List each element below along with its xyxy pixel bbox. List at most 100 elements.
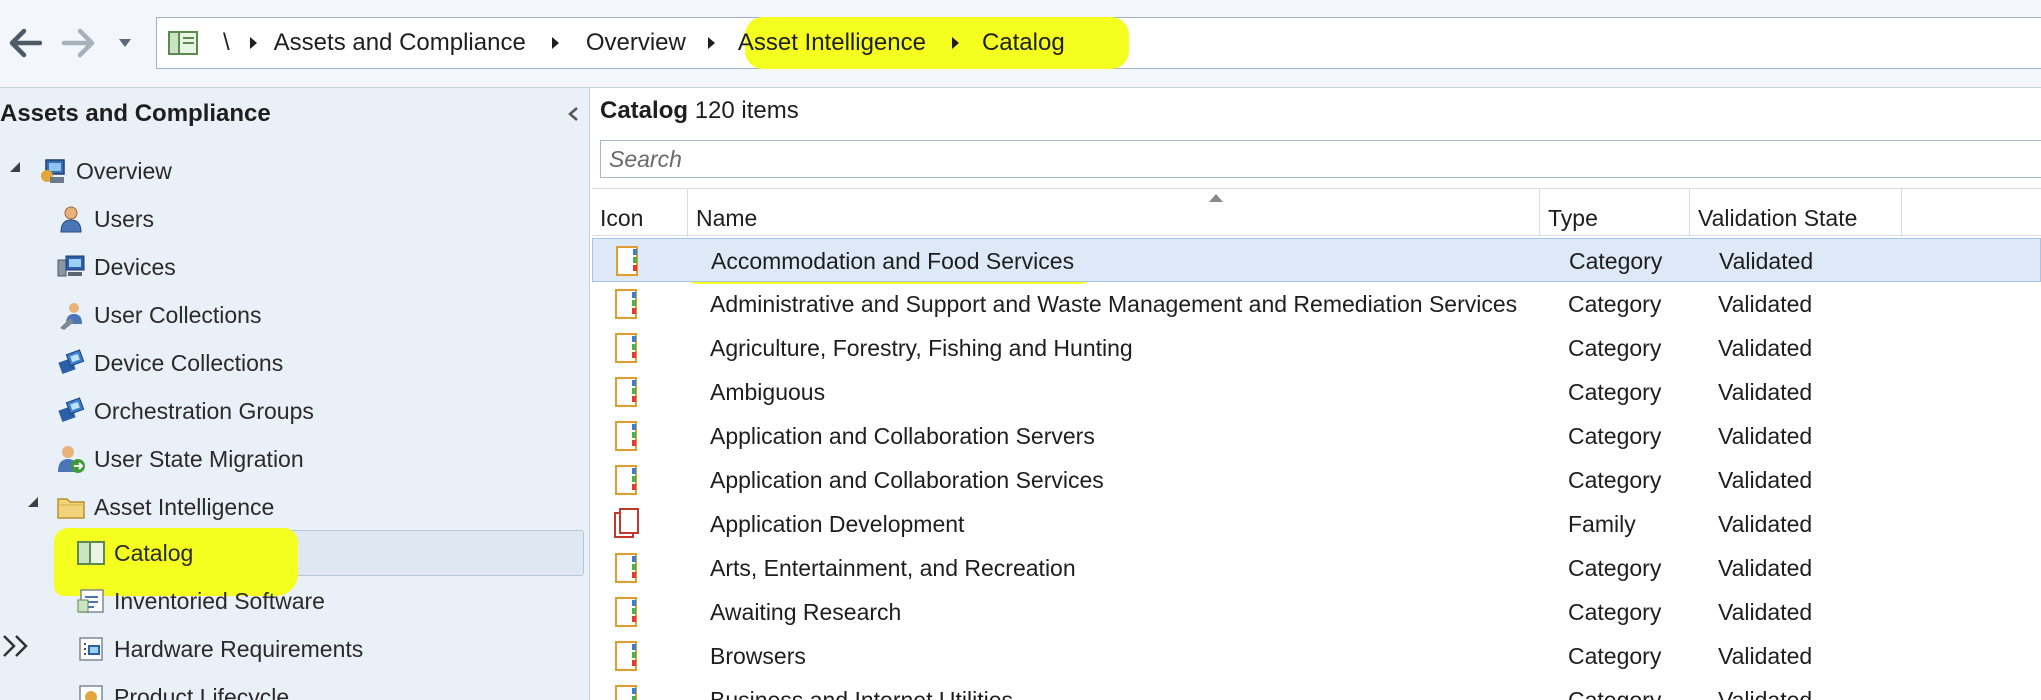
nav-item-label: Inventoried Software xyxy=(114,587,325,614)
nav-item-devices[interactable]: Devices xyxy=(56,247,176,287)
cell-state: Validated xyxy=(1718,555,1813,581)
nav-item-label: Orchestration Groups xyxy=(94,397,314,424)
orchestration-groups-icon xyxy=(58,397,85,423)
forward-button[interactable] xyxy=(56,18,102,68)
nav-item-user-collections[interactable]: User Collections xyxy=(56,295,261,335)
device-collections-icon xyxy=(58,349,85,375)
table-row[interactable]: Awaiting Research Category Validated xyxy=(592,590,2041,634)
history-dropdown-button[interactable] xyxy=(110,18,140,68)
cell-name: Accommodation and Food Services xyxy=(711,248,1075,274)
collapse-triangle-icon[interactable] xyxy=(8,160,22,174)
cell-name: Administrative and Support and Waste Man… xyxy=(710,291,1518,317)
nav-item-label: Hardware Requirements xyxy=(114,635,364,662)
collapse-pane-icon[interactable] xyxy=(566,104,580,124)
cell-state: Validated xyxy=(1718,291,1813,317)
cell-type: Category xyxy=(1568,599,1662,625)
cell-type: Category xyxy=(1568,291,1662,317)
console-pane-icon[interactable] xyxy=(167,29,199,57)
table-row[interactable]: Application and Collaboration Servers Cat… xyxy=(592,414,2041,458)
breadcrumb-catalog[interactable]: Catalog xyxy=(982,29,1065,57)
cell-state: Validated xyxy=(1718,687,1813,700)
nav-item-catalog[interactable]: Catalog xyxy=(76,533,193,573)
table-row[interactable]: Administrative and Support and Waste Man… xyxy=(592,282,2041,326)
table-header: Icon Name Type Validation State xyxy=(592,188,2041,237)
nav-item-orchestration-groups[interactable]: Orchestration Groups xyxy=(56,391,314,431)
cell-name: Awaiting Research xyxy=(710,599,902,625)
cell-type: Category xyxy=(1568,423,1662,449)
table-row[interactable]: Browsers Category Validated xyxy=(592,634,2041,678)
column-header-icon[interactable]: Icon xyxy=(592,189,688,237)
category-icon xyxy=(612,282,644,326)
list-title: Catalog xyxy=(600,97,689,124)
user-state-migration-icon xyxy=(58,446,85,473)
cell-name: Browsers xyxy=(710,643,806,669)
nav-item-device-collections[interactable]: Device Collections xyxy=(56,343,283,383)
catalog-pane: Catalog 120 items Icon Name Type Validat… xyxy=(592,88,2041,700)
column-header-name-label: Name xyxy=(696,205,758,231)
nav-item-hardware-requirements[interactable]: Hardware Requirements xyxy=(76,629,363,669)
table-row[interactable]: Ambiguous Category Validated xyxy=(592,370,2041,414)
table-row[interactable]: Business and Internet Utilities Category V… xyxy=(592,678,2041,700)
address-bar: \ Assets and Compliance Overview Asset I… xyxy=(0,0,2041,88)
product-lifecycle-icon xyxy=(79,685,103,700)
breadcrumb-separator-icon[interactable] xyxy=(940,31,970,55)
nav-item-overview[interactable]: Overview xyxy=(38,151,172,191)
cell-type: Category xyxy=(1568,555,1662,581)
column-header-empty xyxy=(1902,189,2041,237)
category-icon xyxy=(612,678,644,700)
collapse-triangle-icon[interactable] xyxy=(26,495,40,509)
breadcrumb-separator-icon[interactable] xyxy=(238,31,268,55)
nav-item-label: Devices xyxy=(94,253,176,280)
cell-name: Business and Internet Utilities xyxy=(710,687,1013,700)
sort-ascending-icon xyxy=(1209,194,1223,202)
inventoried-software-icon xyxy=(77,589,104,613)
nav-item-inventoried-software[interactable]: Inventoried Software xyxy=(76,581,325,621)
cell-state: Validated xyxy=(1718,511,1813,537)
table-row[interactable]: Application Development Family Validated xyxy=(592,502,2041,546)
search-input[interactable] xyxy=(601,141,2041,177)
nav-item-user-state-migration[interactable]: User State Migration xyxy=(56,439,304,479)
breadcrumb-overview[interactable]: Overview xyxy=(586,29,686,57)
cell-name: Ambiguous xyxy=(710,379,826,405)
breadcrumb-separator-icon[interactable] xyxy=(696,31,726,55)
cell-type: Category xyxy=(1569,248,1663,274)
breadcrumb-root[interactable]: \ xyxy=(223,29,230,57)
user-collections-icon xyxy=(60,303,82,330)
column-header-type[interactable]: Type xyxy=(1540,189,1690,237)
table-row[interactable]: Accommodation and Food Services Category V… xyxy=(592,238,2041,282)
back-button[interactable] xyxy=(2,18,48,68)
cell-state: Validated xyxy=(1719,248,1814,274)
back-arrow-icon xyxy=(9,28,42,58)
table-row[interactable]: Application and Collaboration Services Ca… xyxy=(592,458,2041,502)
column-header-validation-state[interactable]: Validation State xyxy=(1690,189,1902,237)
cell-name: Application and Collaboration Services xyxy=(710,467,1104,493)
nav-item-product-lifecycle[interactable]: Product Lifecycle xyxy=(76,677,289,700)
forward-arrow-icon xyxy=(62,28,95,58)
nav-item-asset-intelligence[interactable]: Asset Intelligence xyxy=(56,487,274,527)
nav-item-label: Device Collections xyxy=(94,349,284,376)
nav-item-label: User State Migration xyxy=(94,445,304,472)
cell-type: Family xyxy=(1568,511,1636,537)
cell-type: Category xyxy=(1568,467,1662,493)
overview-icon xyxy=(41,159,65,183)
breadcrumb-separator-icon[interactable] xyxy=(540,31,570,55)
breadcrumb-assets-and-compliance[interactable]: Assets and Compliance xyxy=(274,29,526,57)
devices-icon xyxy=(57,255,85,277)
nav-item-label: Users xyxy=(94,205,155,232)
item-count: 120 items xyxy=(694,97,799,124)
expand-workspace-icon[interactable] xyxy=(0,628,36,664)
category-icon xyxy=(612,590,644,634)
search-box[interactable] xyxy=(600,140,2041,178)
nav-item-label: Catalog xyxy=(114,539,194,566)
breadcrumb-asset-intelligence[interactable]: Asset Intelligence xyxy=(738,29,926,57)
category-icon xyxy=(612,634,644,678)
cell-name: Agriculture, Forestry, Fishing and Hunti… xyxy=(710,335,1133,361)
nav-item-users[interactable]: Users xyxy=(56,199,154,239)
breadcrumb: \ Assets and Compliance Overview Asset I… xyxy=(156,17,2041,69)
cell-name: Application Development xyxy=(710,511,965,537)
table-row[interactable]: Arts, Entertainment, and Recreation Categ… xyxy=(592,546,2041,590)
table-row[interactable]: Agriculture, Forestry, Fishing and Hunti… xyxy=(592,326,2041,370)
column-header-name[interactable]: Name xyxy=(688,189,1540,237)
catalog-icon xyxy=(77,541,105,565)
cell-state: Validated xyxy=(1718,467,1813,493)
